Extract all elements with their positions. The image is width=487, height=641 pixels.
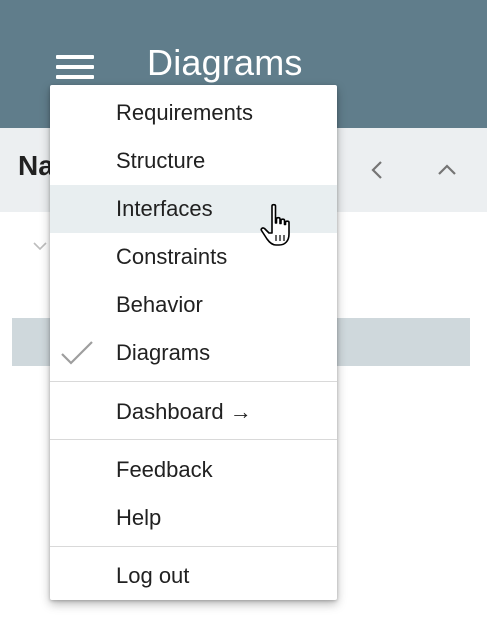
chevron-up-icon bbox=[438, 164, 456, 175]
navigation-menu: Requirements Structure Interfaces Constr… bbox=[50, 85, 337, 600]
menu-item-feedback[interactable]: Feedback bbox=[50, 446, 337, 494]
menu-item-requirements[interactable]: Requirements bbox=[50, 89, 337, 137]
menu-item-label: Interfaces bbox=[116, 196, 213, 221]
expand-toggle[interactable] bbox=[30, 236, 50, 256]
menu-item-label: Diagrams bbox=[116, 340, 211, 365]
menu-item-label: Help bbox=[116, 505, 162, 530]
menu-item-diagrams[interactable]: Diagrams bbox=[50, 329, 337, 377]
page-title: Diagrams bbox=[147, 42, 303, 83]
menu-divider bbox=[50, 381, 337, 382]
menu-item-structure[interactable]: Structure bbox=[50, 137, 337, 185]
menu-item-label: Log out bbox=[116, 563, 190, 588]
menu-item-label: Requirements bbox=[116, 100, 253, 125]
menu-item-dashboard[interactable]: Dashboard → bbox=[50, 388, 337, 436]
menu-item-behavior[interactable]: Behavior bbox=[50, 281, 337, 329]
menu-item-label: Feedback bbox=[116, 457, 213, 482]
menu-divider bbox=[50, 439, 337, 440]
collapse-button[interactable] bbox=[427, 150, 467, 190]
menu-item-label: Structure bbox=[116, 148, 206, 173]
chevron-left-icon bbox=[371, 161, 382, 179]
menu-item-interfaces[interactable]: Interfaces bbox=[50, 185, 337, 233]
menu-item-label: Constraints bbox=[116, 244, 228, 269]
menu-divider bbox=[50, 546, 337, 547]
hamburger-menu-icon[interactable] bbox=[56, 55, 96, 79]
menu-item-label: Behavior bbox=[116, 292, 203, 317]
menu-item-label: Dashboard → bbox=[116, 399, 252, 424]
chevron-down-icon bbox=[33, 242, 47, 251]
previous-button[interactable] bbox=[357, 150, 397, 190]
app-page: Diagrams Na Requirements Structure Inter… bbox=[0, 0, 487, 641]
panel-title: Na bbox=[18, 150, 54, 181]
menu-item-constraints[interactable]: Constraints bbox=[50, 233, 337, 281]
menu-item-logout[interactable]: Log out bbox=[50, 552, 337, 600]
checkmark-icon bbox=[61, 341, 93, 365]
menu-item-help[interactable]: Help bbox=[50, 494, 337, 542]
